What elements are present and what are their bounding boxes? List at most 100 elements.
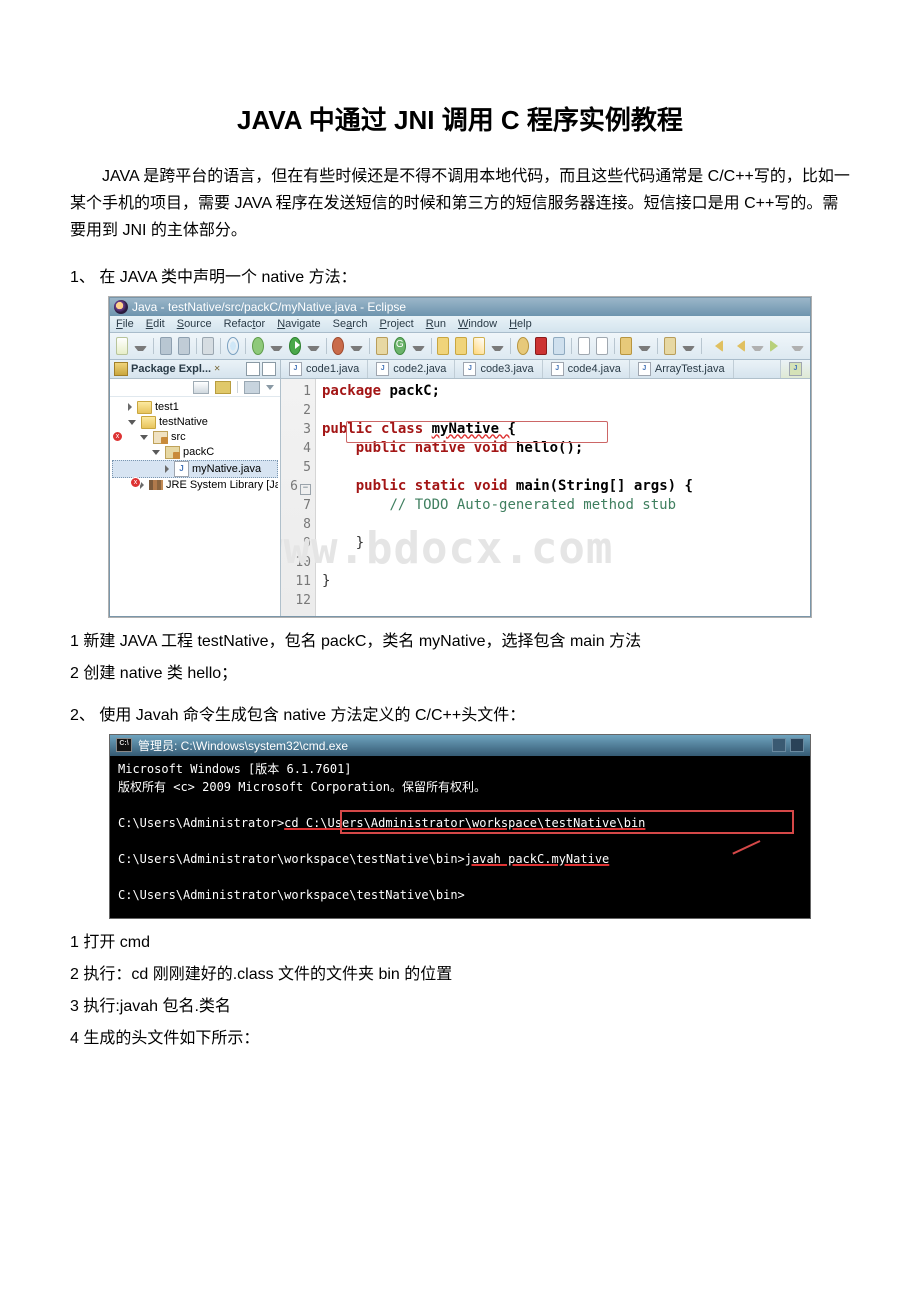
new-pkg-icon[interactable] [376,337,388,355]
debug-icon[interactable] [252,337,264,355]
java-file-icon: J [174,461,189,477]
menu-file[interactable]: File [116,318,134,330]
menu-source[interactable]: Source [177,318,212,330]
dropdown-icon[interactable] [270,346,283,351]
error-badge-icon: x [112,431,123,442]
run-icon[interactable] [289,337,301,355]
ext-tools-icon[interactable] [332,337,344,355]
tab-code2[interactable]: Jcode2.java [368,360,455,378]
tab-code4[interactable]: Jcode4.java [543,360,630,378]
tab-code1[interactable]: Jcode1.java [281,360,368,378]
tab-code3[interactable]: Jcode3.java [455,360,542,378]
menu-navigate[interactable]: Navigate [277,318,320,330]
save-all-icon[interactable] [178,337,190,355]
unknown-icon[interactable] [535,337,547,355]
doc-icon[interactable] [578,337,590,355]
step2-sub3: 3 执行:javah 包名.类名 [70,992,850,1016]
library-icon [149,480,163,490]
search-icon[interactable] [517,337,529,355]
annotation-arrow-icon [730,832,770,852]
link-icon[interactable] [215,381,231,394]
menu-help[interactable]: Help [509,318,532,330]
maximize-icon[interactable] [790,738,804,752]
new-icon[interactable] [116,337,128,355]
tree-project-testnative[interactable]: testNative [112,415,278,430]
expand-icon[interactable] [128,403,132,411]
search-icon[interactable] [227,337,239,355]
dropdown-icon[interactable] [350,346,363,351]
cmd-screenshot: C:\ 管理员: C:\Windows\system32\cmd.exe Mic… [110,735,810,918]
save-icon[interactable] [160,337,172,355]
print-icon[interactable] [202,337,214,355]
step2-sub1: 1 打开 cmd [70,928,850,952]
editor-tabs: Jcode1.java Jcode2.java Jcode3.java Jcod… [281,360,810,379]
cmd-window-title: 管理员: C:\Windows\system32\cmd.exe [138,737,348,754]
tab-arraytest[interactable]: JArrayTest.java [630,360,734,378]
menu-window[interactable]: Window [458,318,497,330]
wand-icon[interactable] [473,337,485,355]
java-file-icon: J [638,362,651,376]
cmd-output: 版权所有 <c> 2009 Microsoft Corporation。保留所有… [118,778,802,796]
collapse-icon[interactable] [128,420,136,425]
menu-refactor[interactable]: Refactor [224,318,266,330]
eclipse-icon [114,300,128,314]
filter-icon[interactable] [244,381,260,394]
refresh-icon[interactable] [553,337,565,355]
maximize-icon[interactable] [262,362,276,376]
minimize-icon[interactable] [772,738,786,752]
fold-icon[interactable]: − [300,484,311,495]
filter-icon[interactable] [664,337,676,355]
collapse-icon[interactable] [140,435,148,440]
step2-sub2: 2 执行：cd 刚刚建好的.class 文件的文件夹 bin 的位置 [70,960,850,984]
annotation-red-box [340,810,794,834]
collapse-icon[interactable] [152,450,160,455]
tree-file-mynative[interactable]: J myNative.java [112,460,278,478]
menu-edit[interactable]: Edit [146,318,165,330]
step-1-heading: 1、 在 JAVA 类中声明一个 native 方法： [70,263,850,287]
menu-run[interactable]: Run [426,318,446,330]
java-file-icon: J [551,362,564,376]
collapse-icon[interactable] [193,381,209,394]
dropdown-icon[interactable] [134,346,147,351]
pin-icon[interactable] [620,337,632,355]
menu-dropdown-icon[interactable] [266,385,274,390]
cmd-body[interactable]: Microsoft Windows [版本 6.1.7601] 版权所有 <c>… [110,756,810,918]
src-folder-icon [153,431,168,444]
folder-icon[interactable] [455,337,467,355]
dropdown-icon[interactable] [682,346,695,351]
dropdown-icon[interactable] [491,346,504,351]
project-icon [137,401,152,414]
step1-sub2: 2 创建 native 类 hello； [70,659,850,683]
project-icon [141,416,156,429]
eclipse-screenshot: Java - testNative/src/packC/myNative.jav… [109,297,811,617]
step2-sub4: 4 生成的头文件如下所示： [70,1024,850,1048]
folder-icon[interactable] [437,337,449,355]
tab-overflow[interactable]: J [780,360,810,378]
close-icon[interactable]: ✕ [214,363,220,374]
menu-project[interactable]: Project [380,318,414,330]
doc-icon[interactable] [596,337,608,355]
dropdown-icon[interactable] [638,346,651,351]
forward-icon[interactable] [770,340,786,352]
tree-project-test1[interactable]: test1 [112,400,278,415]
code-editor[interactable]: 1 2 3 4 5 6− 7 8 9 10 11 12 [281,379,810,616]
new-class-icon[interactable]: G [394,337,406,355]
minimize-icon[interactable] [246,362,260,376]
back-icon[interactable] [729,340,745,352]
expand-icon[interactable] [165,465,169,473]
dropdown-icon[interactable] [751,346,764,351]
dropdown-icon[interactable] [307,346,320,351]
intro-paragraph: JAVA 是跨平台的语言，但在有些时候还是不得不调用本地代码，而且这些代码通常是… [70,163,850,245]
java-file-icon: J [376,362,389,376]
cmd-title-bar: C:\ 管理员: C:\Windows\system32\cmd.exe [110,735,810,756]
menu-search[interactable]: Search [333,318,368,330]
dropdown-icon[interactable] [791,346,804,351]
eclipse-toolbar: G [110,333,810,360]
tree-src-folder[interactable]: src [112,430,278,445]
tree-package-packc[interactable]: packC [112,445,278,460]
java-file-icon: J [289,362,302,376]
dropdown-icon[interactable] [412,346,425,351]
java-file-icon: J [789,362,802,376]
back-icon[interactable] [708,340,724,352]
package-explorer-tab[interactable]: Package Expl... ✕ [114,362,242,376]
